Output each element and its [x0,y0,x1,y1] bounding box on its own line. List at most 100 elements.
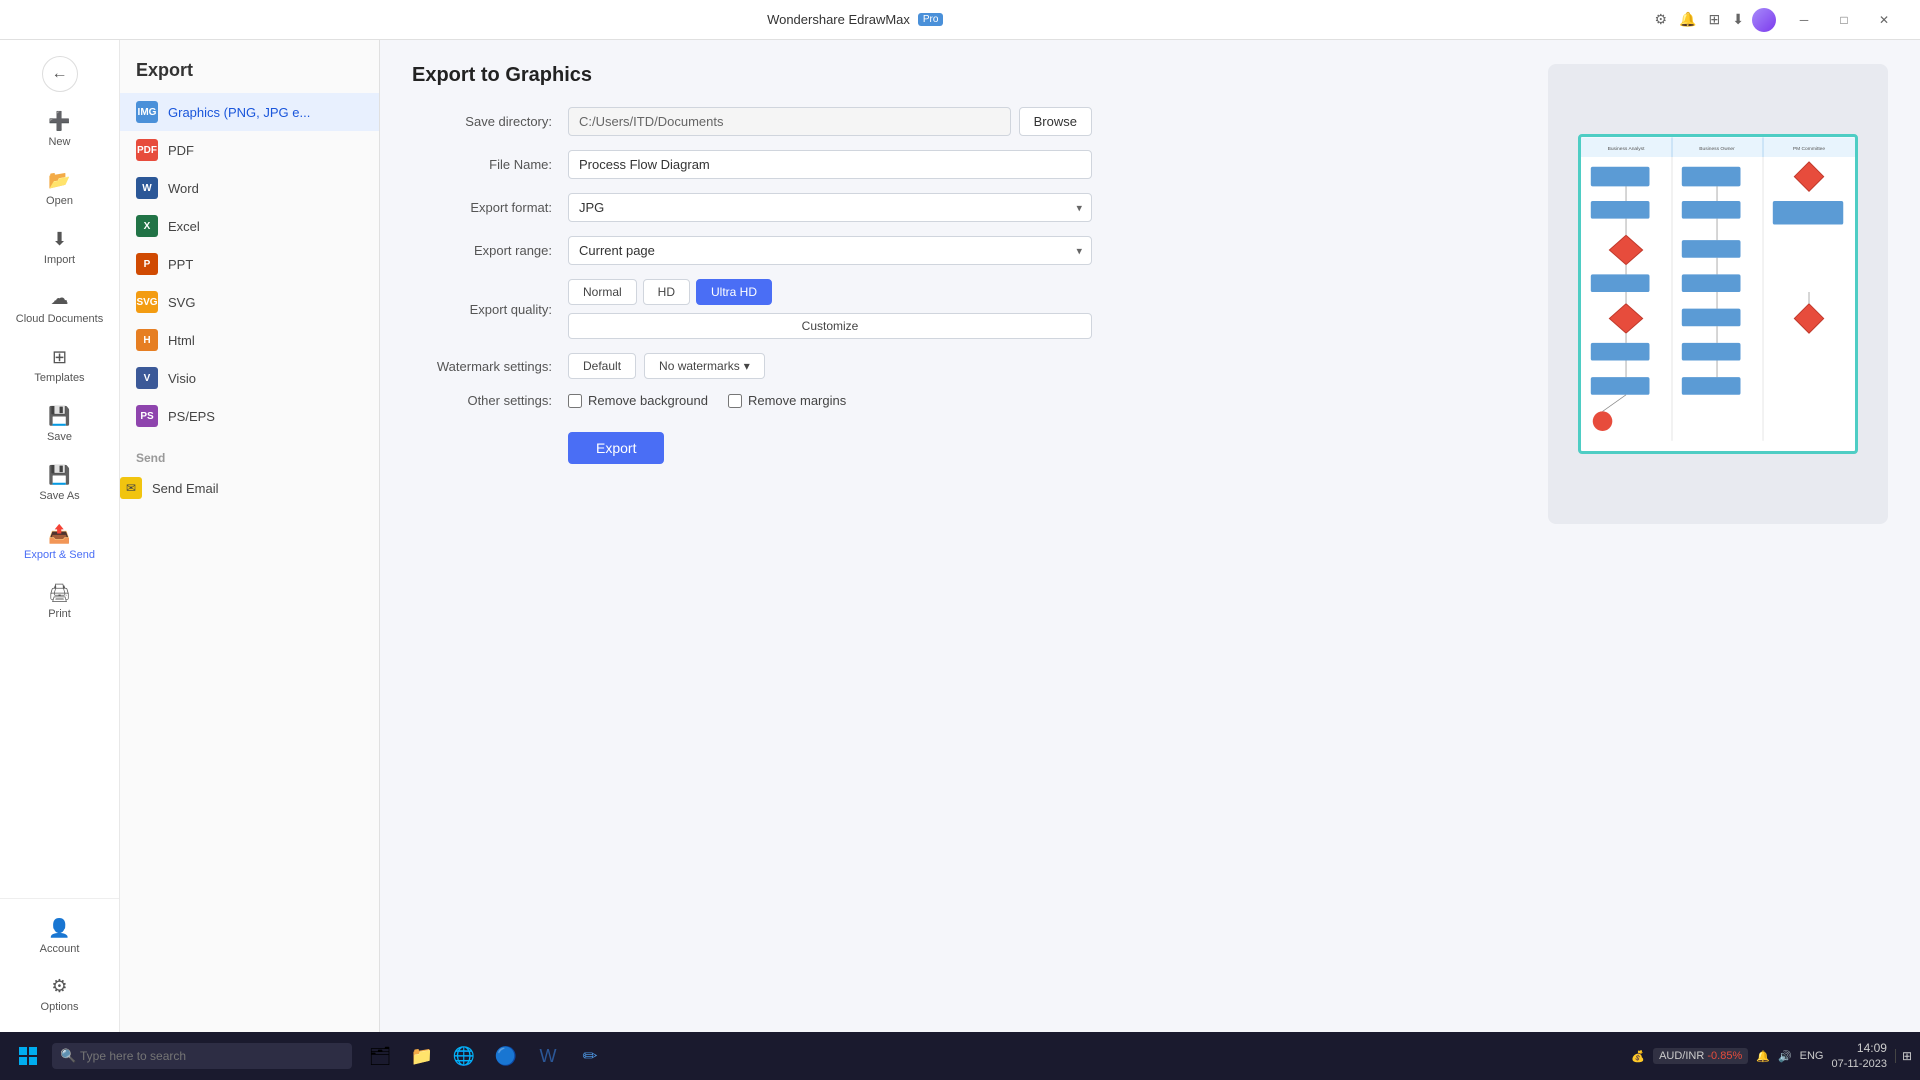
export-item-png[interactable]: IMG Graphics (PNG, JPG e... [120,93,379,131]
taskbar-widgets-icon[interactable]: 🗂 [360,1036,400,1076]
remove-margins-checkbox[interactable]: Remove margins [728,393,846,408]
back-button[interactable]: ← [42,56,78,92]
export-items-list: IMG Graphics (PNG, JPG e... PDF PDF W Wo… [120,93,379,435]
watermark-label: Watermark settings: [412,359,552,374]
sidebar-item-open[interactable]: 📂 Open [6,160,113,217]
currency-icon: 💰 [1631,1050,1645,1063]
file-icon-pdf: PDF [136,139,158,161]
file-icon-svg: SVG [136,291,158,313]
sidebar-item-options[interactable]: ⚙ Options [6,966,113,1023]
currency-label: AUD/INR -0.85% [1653,1048,1748,1064]
sidebar-item-cloud[interactable]: ☁ Cloud Documents [6,278,113,335]
sidebar-item-new[interactable]: ➕ New [6,101,113,158]
export-sidebar-title: Export [120,40,379,93]
titlebar-icons: ⚙ 🔔 ⊞ ⬇ [1655,11,1744,28]
export-item-ppt[interactable]: P PPT [120,245,379,283]
export-item-pseps[interactable]: PS PS/EPS [120,397,379,435]
window-controls: ─ □ ✕ [1784,0,1904,40]
print-icon: 🖨 [48,583,71,604]
taskbar-apps: 🗂 📁 🌐 🔵 W ✏ [360,1036,610,1076]
remove-background-input[interactable] [568,394,582,408]
sidebar-item-export[interactable]: 📤 Export & Send [6,514,113,571]
taskbar-explorer-icon[interactable]: 📁 [402,1036,442,1076]
watermark-default-button[interactable]: Default [568,353,636,379]
avatar[interactable] [1752,8,1776,32]
file-icon-word: W [136,177,158,199]
export-button[interactable]: Export [568,432,664,464]
taskbar-word-icon[interactable]: W [528,1036,568,1076]
remove-background-checkbox[interactable]: Remove background [568,393,708,408]
file-icon-pseps: PS [136,405,158,427]
quality-hd-button[interactable]: HD [643,279,690,305]
file-name-input[interactable] [568,150,1092,179]
quality-normal-button[interactable]: Normal [568,279,637,305]
system-tray: 💰 AUD/INR -0.85% 🔔 🔊 ENG [1631,1048,1823,1064]
file-name-row: File Name: [412,150,1092,179]
file-icon-visio: V [136,367,158,389]
save-directory-row: Save directory: Browse [412,107,1092,136]
export-item-html[interactable]: H Html [120,321,379,359]
export-item-pdf[interactable]: PDF PDF [120,131,379,169]
svg-text:Business Analyst: Business Analyst [1608,146,1645,152]
sidebar-item-print[interactable]: 🖨 Print [6,573,113,630]
main-content: Export to Graphics Save directory: Brows… [380,40,1920,1032]
file-icon-html: H [136,329,158,351]
export-sidebar: Export IMG Graphics (PNG, JPG e... PDF P… [120,40,380,1032]
bell-icon[interactable]: 🔔 [1679,11,1696,28]
taskbar-clock[interactable]: 14:09 07-11-2023 [1831,1040,1886,1072]
open-icon: 📂 [48,170,70,191]
export-format-row: Export format: JPG PNG BMP SVG TIFF [412,193,1092,222]
export-item-excel[interactable]: X Excel [120,207,379,245]
remove-margins-input[interactable] [728,394,742,408]
export-item-word[interactable]: W Word [120,169,379,207]
watermark-row: Watermark settings: Default No watermark… [412,353,1092,379]
quality-ultrahd-button[interactable]: Ultra HD [696,279,772,305]
send-email-item[interactable]: ✉ Send Email [120,469,379,507]
sidebar-item-saveas[interactable]: 💾 Save As [6,455,113,512]
page-title: Export to Graphics [412,64,1516,87]
settings-icon[interactable]: ⚙ [1655,11,1668,28]
windows-start-button[interactable] [8,1036,48,1076]
download-icon[interactable]: ⬇ [1732,11,1744,28]
account-icon: 👤 [48,918,70,939]
export-item-visio[interactable]: V Visio [120,359,379,397]
taskbar-search-input[interactable] [52,1043,352,1069]
sidebar-item-templates[interactable]: ⊞ Templates [6,337,113,394]
minimize-button[interactable]: ─ [1784,0,1824,40]
export-button-row: Export [412,422,1092,464]
import-icon: ⬇ [52,229,67,250]
export-format-select[interactable]: JPG PNG BMP SVG TIFF [568,193,1092,222]
sidebar-item-save[interactable]: 💾 Save [6,396,113,453]
export-item-svg[interactable]: SVG SVG [120,283,379,321]
sidebar-item-import[interactable]: ⬇ Import [6,219,113,276]
preview-diagram: Business Analyst Business Owner PM Commi… [1578,134,1858,454]
new-icon: ➕ [48,111,70,132]
show-desktop-icon[interactable]: ⊞ [1895,1049,1912,1063]
export-item-label-ppt: PPT [168,257,193,272]
options-icon: ⚙ [51,976,67,997]
save-icon: 💾 [48,406,70,427]
svg-text:Business Owner: Business Owner [1699,146,1735,152]
taskbar-drawmax-icon[interactable]: ✏ [570,1036,610,1076]
export-item-label-html: Html [168,333,195,348]
preview-panel: Business Analyst Business Owner PM Commi… [1548,64,1888,524]
maximize-button[interactable]: □ [1824,0,1864,40]
grid-icon[interactable]: ⊞ [1709,11,1721,28]
volume-icon: 🔊 [1778,1050,1792,1063]
sidebar-item-account[interactable]: 👤 Account [6,908,113,965]
other-settings-row: Other settings: Remove background Remove… [412,393,1092,408]
export-item-label-word: Word [168,181,199,196]
watermark-no-button[interactable]: No watermarks ▾ [644,353,765,379]
file-icon-excel: X [136,215,158,237]
export-item-label-svg: SVG [168,295,195,310]
chevron-down-icon: ▾ [744,359,750,373]
taskbar-edge-icon[interactable]: 🌐 [444,1036,484,1076]
export-range-select[interactable]: Current page All pages Selected objects [568,236,1092,265]
browse-button[interactable]: Browse [1019,107,1092,136]
other-settings-label: Other settings: [412,393,552,408]
close-button[interactable]: ✕ [1864,0,1904,40]
customize-button[interactable]: Customize [568,313,1092,339]
taskbar-chrome-icon[interactable]: 🔵 [486,1036,526,1076]
save-directory-input[interactable] [568,107,1011,136]
export-item-label-visio: Visio [168,371,196,386]
